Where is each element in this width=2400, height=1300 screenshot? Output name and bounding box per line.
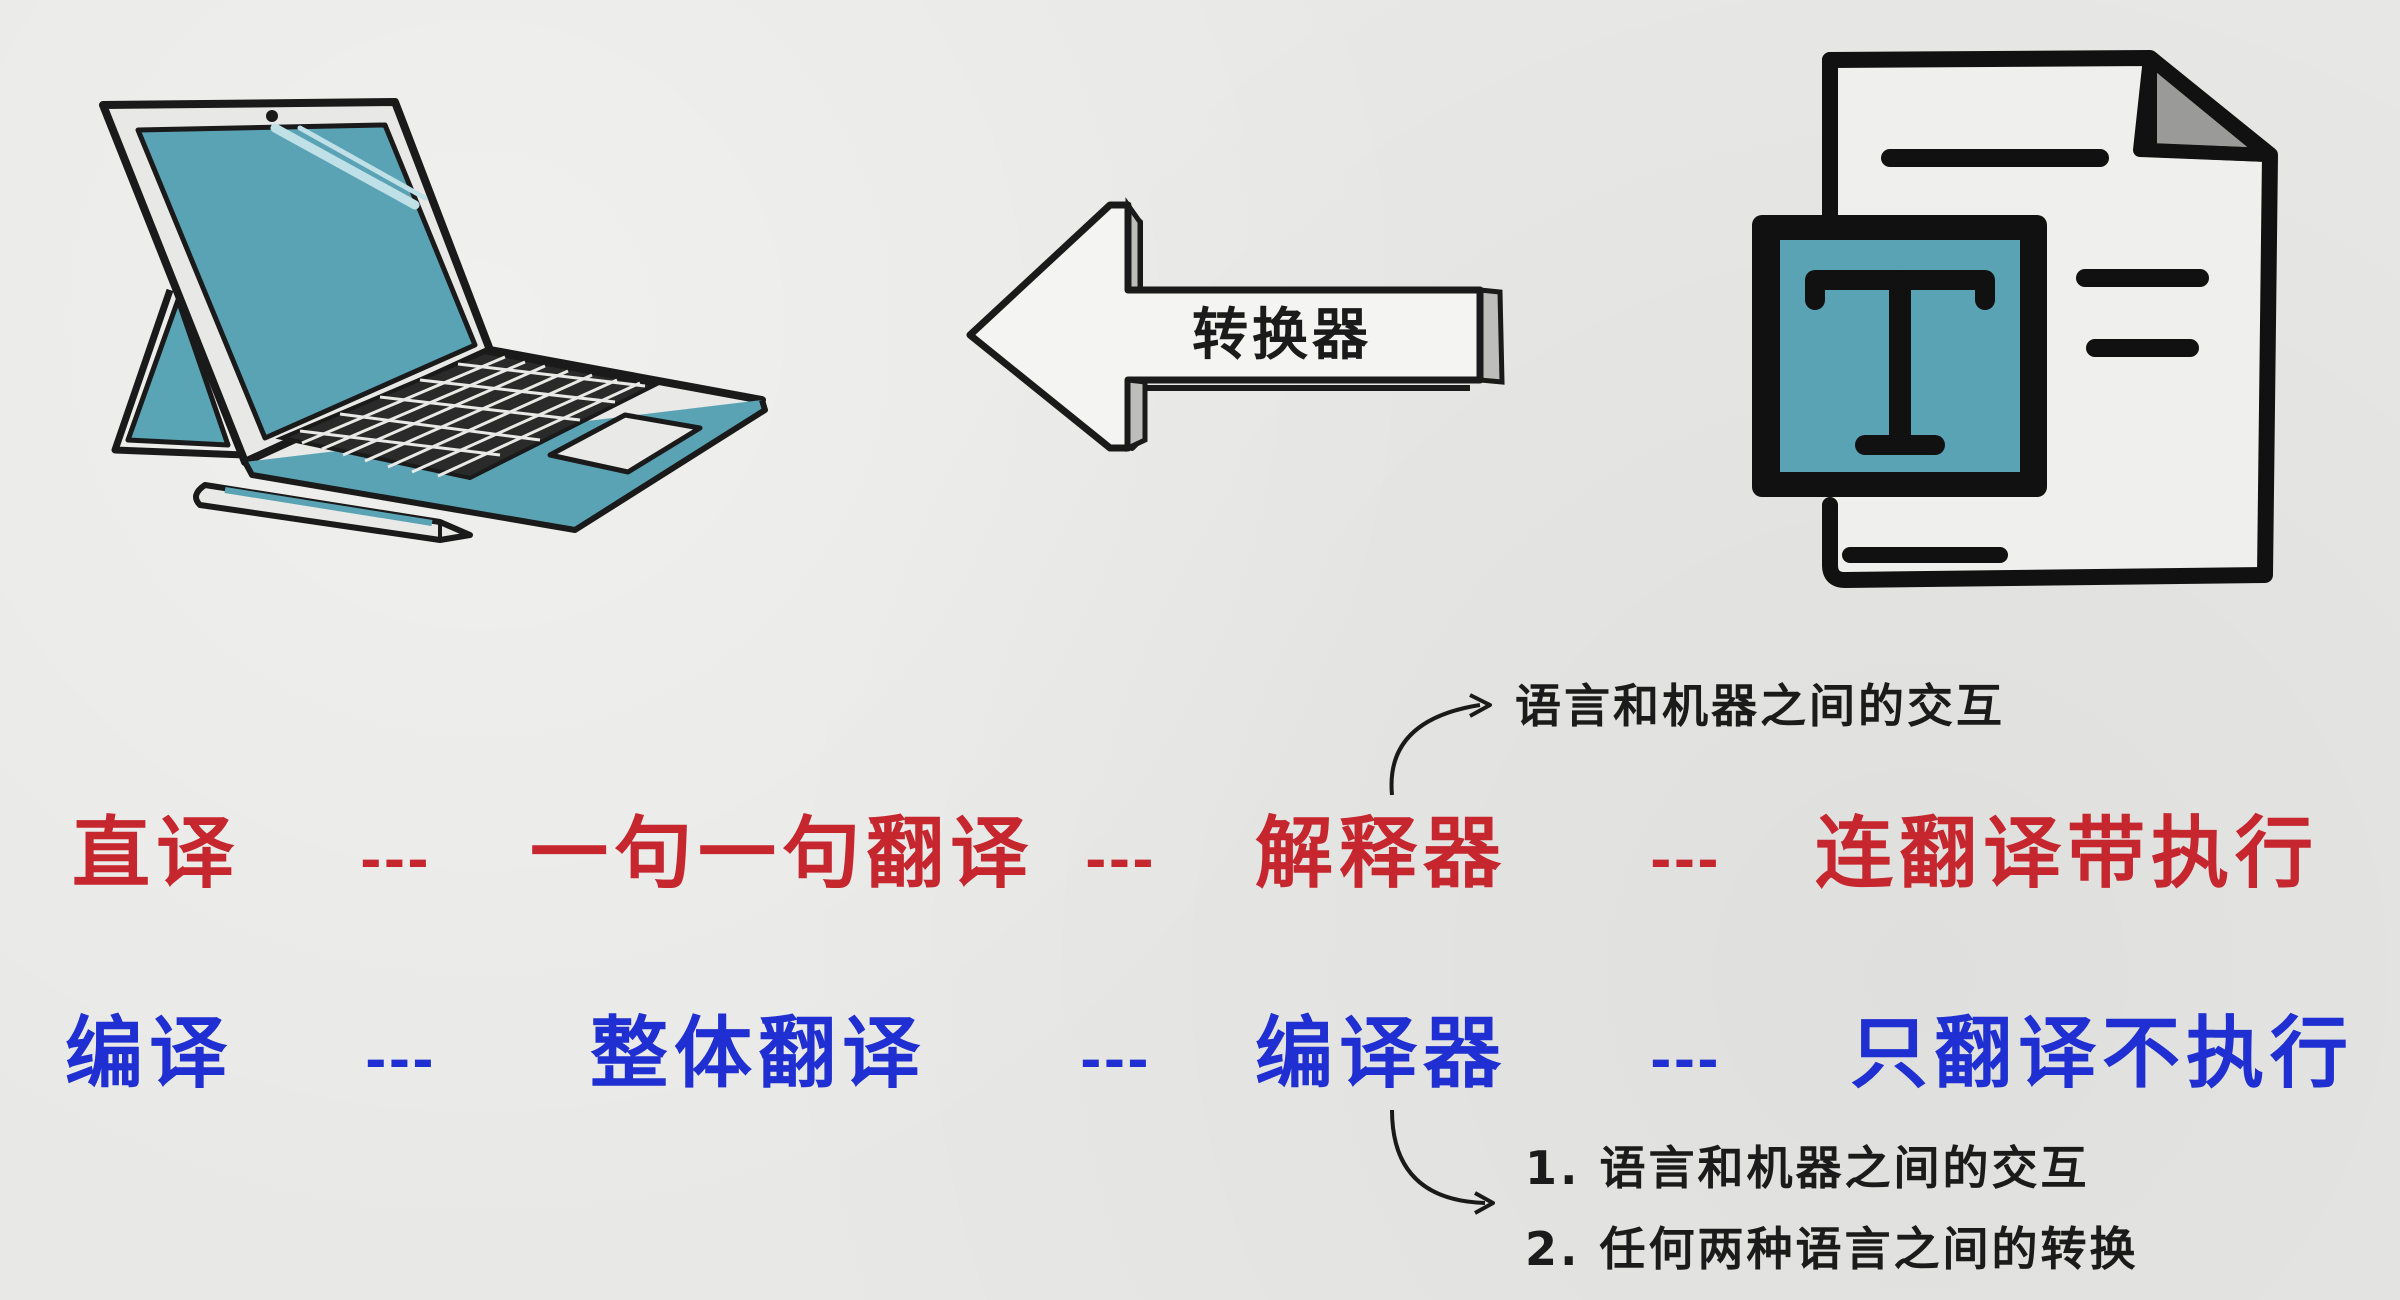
- compiler-note-arrow: [1390, 1109, 1495, 1215]
- row-compile-term: 编译: [65, 1009, 234, 1099]
- compiler-note-1: 1. 语言和机器之间的交互: [1525, 1141, 2090, 1195]
- row-interpret-separator-3: ---: [1650, 831, 1721, 891]
- row-compile-separator-3: ---: [1650, 1031, 1721, 1091]
- row-interpret-behavior: 连翻译带执行: [1815, 809, 2320, 899]
- illustrations: [99, 50, 2278, 1215]
- row-interpret-term: 直译: [72, 809, 241, 899]
- interpreter-note: 语言和机器之间的交互: [1515, 679, 2005, 733]
- row-compile-separator-2: ---: [1080, 1031, 1151, 1091]
- row-interpret-separator-2: ---: [1085, 831, 1156, 891]
- whiteboard-canvas: 转换器 语言和机器之间的交互 直译 --- 一句一句翻译 --- 解释器 ---…: [0, 0, 2400, 1300]
- laptop-icon: [99, 98, 768, 533]
- compiler-note-2: 2. 任何两种语言之间的转换: [1525, 1222, 2139, 1276]
- row-compile-method: 整体翻译: [590, 1009, 927, 1099]
- row-interpret-method: 一句一句翻译: [530, 809, 1035, 899]
- row-compile-separator-1: ---: [365, 1031, 436, 1091]
- converter-label: 转换器: [1192, 303, 1372, 368]
- row-compile-behavior: 只翻译不执行: [1850, 1009, 2355, 1099]
- text-document-icon: [1752, 50, 2278, 588]
- row-interpret-separator-1: ---: [360, 831, 431, 891]
- row-compile-tool: 编译器: [1255, 1009, 1508, 1099]
- row-interpret-tool: 解释器: [1255, 809, 1508, 899]
- interpreter-note-arrow: [1389, 693, 1492, 796]
